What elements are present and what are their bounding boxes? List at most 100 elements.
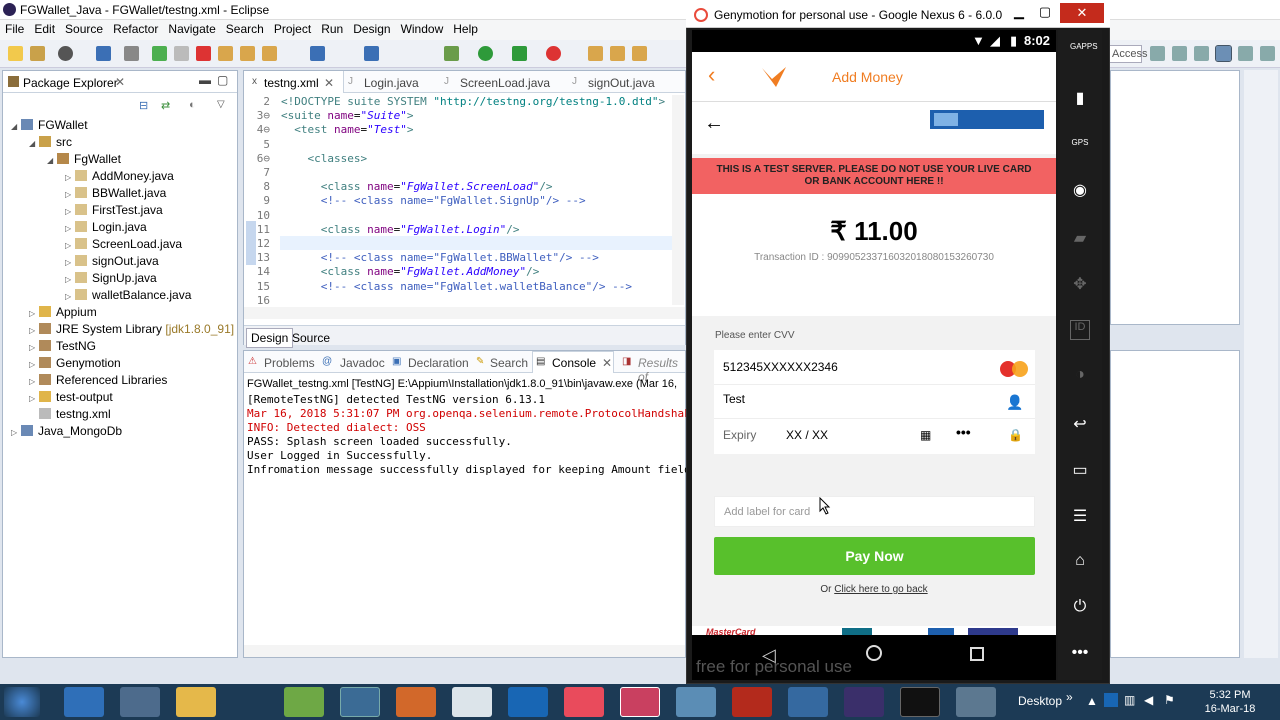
tab-javadoc[interactable]: Javadoc: [340, 356, 385, 370]
perspective-open-icon[interactable]: [1150, 46, 1165, 61]
code-line[interactable]: <!-- <class name="FgWallet.BBWallet"/> -…: [281, 251, 599, 265]
close-icon[interactable]: ✕: [115, 75, 125, 89]
notepad-icon[interactable]: [284, 687, 324, 717]
menu-navigate[interactable]: Navigate: [163, 20, 220, 36]
cardholder-name[interactable]: Test: [723, 392, 745, 406]
tree-item[interactable]: ▷ JRE System Library [jdk1.8.0_91]: [11, 321, 234, 338]
calendar-icon[interactable]: ▦: [920, 428, 931, 442]
menu-edit[interactable]: Edit: [29, 20, 60, 36]
tab-close-icon[interactable]: ✕: [602, 356, 612, 370]
tree-item[interactable]: ◢ FgWallet: [11, 151, 234, 168]
recents-nav-icon[interactable]: [970, 647, 984, 661]
expand-icon[interactable]: ▷: [29, 305, 39, 322]
menu-design[interactable]: Design: [348, 20, 395, 36]
outlook-tray-icon[interactable]: [1104, 693, 1118, 707]
perspective-debug-icon[interactable]: [1194, 46, 1209, 61]
expand-icon[interactable]: ▷: [29, 356, 39, 373]
firefox-icon[interactable]: [396, 687, 436, 717]
minimize-icon[interactable]: ▬: [199, 73, 211, 87]
expand-icon[interactable]: ▷: [65, 271, 75, 288]
step-into-icon[interactable]: [218, 46, 233, 61]
design-icon[interactable]: [364, 46, 379, 61]
menu-file[interactable]: File: [0, 20, 29, 36]
genymotion-active-icon[interactable]: [620, 687, 660, 717]
step-over-icon[interactable]: [240, 46, 255, 61]
power-icon[interactable]: ⏻: [1070, 598, 1090, 618]
expand-icon[interactable]: ▷: [29, 390, 39, 407]
tree-item[interactable]: ◢ FGWallet: [11, 117, 234, 134]
perspective-git-icon[interactable]: [1260, 46, 1275, 61]
start-button-icon[interactable]: [4, 687, 40, 717]
expand-icon[interactable]: ▷: [29, 339, 39, 356]
format-icon[interactable]: [310, 46, 325, 61]
card-label-input[interactable]: Add label for card: [714, 496, 1035, 527]
menu-help[interactable]: Help: [448, 20, 483, 36]
expand-icon[interactable]: ▷: [65, 169, 75, 186]
app-icon[interactable]: [956, 687, 996, 717]
tree-item[interactable]: ▷ test-output: [11, 389, 234, 406]
cmd-icon[interactable]: [900, 687, 940, 717]
back-chevron-icon[interactable]: ‹: [708, 62, 715, 88]
tree-item[interactable]: testng.xml: [11, 406, 234, 423]
tab-search[interactable]: Search: [490, 356, 528, 370]
volume-icon[interactable]: ◀: [1144, 693, 1153, 707]
quick-access-input[interactable]: Access: [1108, 45, 1147, 63]
perspective-active-icon[interactable]: [1215, 45, 1232, 62]
tree-item[interactable]: ▷ Login.java: [11, 219, 234, 236]
expand-icon[interactable]: ▷: [29, 373, 39, 390]
menu-search[interactable]: Search: [221, 20, 269, 36]
pay-now-button[interactable]: Pay Now: [714, 537, 1035, 575]
expand-icon[interactable]: ▷: [29, 322, 39, 339]
menu-refactor[interactable]: Refactor: [108, 20, 163, 36]
step-return-icon[interactable]: [262, 46, 277, 61]
tree-item[interactable]: ▷ Genymotion: [11, 355, 234, 372]
console-output[interactable]: [RemoteTestNG] detected TestNG version 6…: [244, 393, 691, 643]
expand-icon[interactable]: ◢: [11, 118, 21, 135]
code-line[interactable]: <classes>: [281, 152, 368, 166]
network-icon[interactable]: ▥: [1124, 693, 1135, 707]
maximize-icon[interactable]: ▢: [217, 73, 228, 87]
terminate-icon[interactable]: [196, 46, 211, 61]
pdf-reader-icon[interactable]: [732, 687, 772, 717]
coverage-icon[interactable]: [512, 46, 527, 61]
app-icon[interactable]: [788, 687, 828, 717]
back-nav-icon[interactable]: ◁: [762, 645, 776, 666]
horizontal-scrollbar[interactable]: [244, 645, 685, 657]
minimize-icon[interactable]: ▁: [1008, 4, 1030, 24]
tab-signout-java[interactable]: signOut.java: [588, 76, 655, 90]
tree-item[interactable]: ▷ Appium: [11, 304, 234, 321]
resume-icon[interactable]: [152, 46, 167, 61]
tab-declaration[interactable]: Declaration: [408, 356, 469, 370]
tray-arrow-icon[interactable]: ▲: [1086, 694, 1098, 708]
expand-icon[interactable]: ◢: [29, 135, 39, 152]
battery-widget-icon[interactable]: ▮: [1070, 88, 1090, 108]
tree-item[interactable]: ▷ Java_MongoDb: [11, 423, 234, 440]
cvv-input[interactable]: •••: [956, 424, 971, 440]
run-icon[interactable]: [478, 46, 493, 61]
code-line[interactable]: <!-- <class name="FgWallet.walletBalance…: [281, 280, 632, 294]
menu-run[interactable]: Run: [316, 20, 348, 36]
code-line[interactable]: <test name="Test">: [281, 123, 413, 137]
code-line[interactable]: <class name="FgWallet.AddMoney"/>: [281, 265, 540, 279]
skip-icon[interactable]: [124, 46, 139, 61]
tab-console[interactable]: Console: [552, 356, 596, 370]
tab-testng-xml[interactable]: testng.xml: [264, 76, 319, 90]
flag-icon[interactable]: ⚑: [1164, 693, 1175, 707]
eclipse-icon[interactable]: [844, 687, 884, 717]
expand-icon[interactable]: ▷: [65, 254, 75, 271]
open-type-icon[interactable]: [610, 46, 625, 61]
home-nav-icon[interactable]: [866, 645, 882, 661]
app-icon[interactable]: [120, 687, 160, 717]
tab-problems[interactable]: Problems: [264, 356, 315, 370]
tree-item[interactable]: ◢ src: [11, 134, 234, 151]
bug-icon[interactable]: [444, 46, 459, 61]
save-icon[interactable]: [30, 46, 45, 61]
expand-icon[interactable]: ▷: [65, 288, 75, 305]
code-line[interactable]: <!DOCTYPE suite SYSTEM "http://testng.or…: [281, 95, 665, 109]
package-explorer-tab[interactable]: Package Explorer ✕ ▬ ▢: [3, 71, 237, 93]
back-icon[interactable]: ↩: [1070, 414, 1090, 434]
tree-item[interactable]: ▷ signOut.java: [11, 253, 234, 270]
link-editor-icon[interactable]: ⇄: [161, 99, 170, 112]
tree-item[interactable]: ▷ walletBalance.java: [11, 287, 234, 304]
back-arrow-icon[interactable]: ←: [704, 112, 724, 135]
